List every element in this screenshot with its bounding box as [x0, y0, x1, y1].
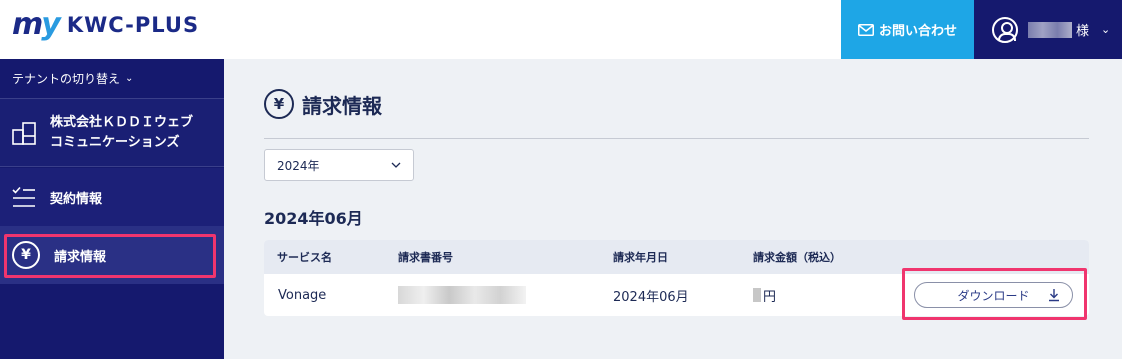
tenant-switch[interactable]: テナントの切り替え ⌄: [0, 59, 224, 99]
year-select[interactable]: 2024年: [264, 149, 414, 181]
invoice-table: サービス名 請求書番号 請求年月日 請求金額（税込） Vonage 2024年0…: [264, 240, 1089, 316]
header-amount: 請求金額（税込）: [753, 251, 841, 264]
amount-redacted: [753, 288, 761, 302]
download-button[interactable]: ダウンロード: [914, 282, 1073, 308]
sidebar-item-label: 契約情報: [50, 191, 103, 207]
download-label: ダウンロード: [957, 288, 1030, 303]
page-title-text: 請求情報: [302, 93, 382, 118]
mail-icon: [857, 23, 874, 36]
top-header: my KWC-PLUS お問い合わせ 様 ⌄: [0, 0, 1122, 59]
contact-label: お問い合わせ: [878, 24, 957, 39]
page-title: ¥ 請求情報: [264, 89, 382, 119]
company-item[interactable]: 株式会社ＫＤＤＩウェブ コミュニケーションズ: [0, 99, 224, 167]
sidebar: テナントの切り替え ⌄ 株式会社ＫＤＤＩウェブ コミュニケーションズ 契約情報 …: [0, 59, 224, 359]
logo[interactable]: my KWC-PLUS: [12, 10, 199, 40]
sidebar-item-invoice[interactable]: ¥ 請求情報: [0, 226, 224, 284]
header-invoice-no: 請求書番号: [398, 251, 453, 264]
cell-service: Vonage: [278, 287, 327, 303]
company-name-line2: コミュニケーションズ: [50, 134, 180, 150]
invoice-no-redacted: [398, 286, 526, 304]
header-date: 請求年月日: [613, 251, 668, 264]
contact-button[interactable]: お問い合わせ: [841, 0, 974, 59]
company-name-line1: 株式会社ＫＤＤＩウェブ: [50, 114, 194, 130]
month-heading: 2024年06月: [264, 209, 363, 228]
table-row: Vonage 2024年06月 円 ダウンロード: [264, 274, 1089, 316]
user-name-redacted: [1028, 21, 1072, 38]
cell-date: 2024年06月: [613, 289, 689, 305]
tenant-switch-label: テナントの切り替え: [12, 72, 121, 86]
checklist-icon: [12, 186, 35, 207]
chevron-down-icon: [391, 162, 401, 168]
user-menu[interactable]: 様 ⌄: [974, 0, 1122, 59]
year-select-value: 2024年: [277, 158, 320, 173]
cell-invoice-no: [398, 274, 526, 316]
table-header: サービス名 請求書番号 請求年月日 請求金額（税込）: [264, 240, 1089, 274]
sidebar-item-label: 請求情報: [54, 249, 107, 265]
yen-icon: ¥: [264, 89, 294, 119]
logo-text: KWC-PLUS: [66, 13, 200, 37]
header-service: サービス名: [277, 251, 332, 264]
chevron-down-icon: ⌄: [1101, 23, 1111, 36]
company-name: 株式会社ＫＤＤＩウェブ コミュニケーションズ: [50, 113, 193, 153]
amount-suffix: 円: [763, 289, 777, 305]
logo-mark: my: [12, 7, 61, 42]
yen-icon: ¥: [12, 241, 40, 269]
building-icon: [12, 121, 36, 145]
download-icon: [1049, 289, 1059, 302]
divider: [264, 138, 1089, 139]
user-icon: [992, 16, 1018, 43]
sidebar-item-contract[interactable]: 契約情報: [0, 168, 224, 226]
user-suffix: 様: [1076, 24, 1090, 39]
chevron-down-icon: ⌄: [125, 73, 134, 84]
cell-amount: 円: [753, 274, 776, 316]
